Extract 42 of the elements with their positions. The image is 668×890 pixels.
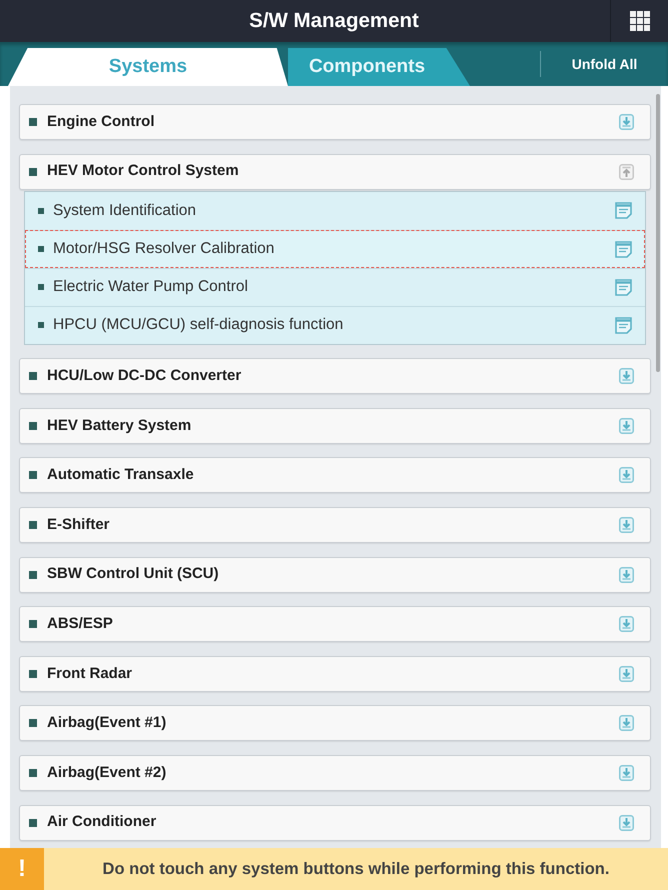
system-row[interactable]: SBW Control Unit (SCU) (19, 556, 651, 593)
function-row[interactable]: Electric Water Pump Control (25, 268, 645, 306)
system-row[interactable]: HCU/Low DC-DC Converter (19, 358, 651, 394)
square-bullet-icon (29, 620, 37, 628)
square-bullet-icon (38, 246, 44, 252)
document-icon (615, 316, 632, 334)
square-bullet-icon (38, 284, 44, 290)
system-row[interactable]: Front Radar (19, 656, 651, 692)
grid-icon (630, 11, 650, 31)
document-icon (615, 278, 632, 296)
system-row[interactable]: Automatic Transaxle (19, 457, 651, 494)
square-bullet-icon (29, 670, 37, 678)
scrollbar-thumb[interactable] (656, 94, 660, 372)
system-row[interactable]: Engine Control (19, 104, 651, 140)
function-row[interactable]: System Identification (25, 192, 645, 230)
system-row[interactable]: Air Conditioner (19, 804, 651, 841)
system-row[interactable]: Airbag(Event #1) (19, 705, 651, 742)
square-bullet-icon (38, 208, 44, 214)
unfold-all-button[interactable]: Unfold All (541, 49, 668, 79)
square-bullet-icon (29, 570, 37, 579)
warning-icon: ! (0, 848, 44, 890)
function-row[interactable]: HPCU (MCU/GCU) self-diagnosis function (25, 306, 645, 344)
window-title: S/W Management (249, 8, 419, 34)
square-bullet-icon (29, 422, 37, 430)
document-icon (615, 202, 632, 220)
system-row[interactable]: ABS/ESP (19, 606, 651, 642)
system-row[interactable]: HEV Battery System (19, 408, 651, 444)
square-bullet-icon (29, 168, 37, 176)
square-bullet-icon (38, 322, 44, 328)
square-bullet-icon (29, 818, 37, 827)
system-row[interactable]: E-Shifter (19, 506, 651, 543)
warning-message: Do not touch any system buttons while performing this function. (102, 858, 610, 880)
system-row[interactable]: HEV Motor Control System (19, 154, 651, 190)
square-bullet-icon (29, 471, 37, 480)
square-bullet-icon (29, 719, 37, 728)
document-icon (615, 240, 632, 258)
system-row[interactable]: Airbag(Event #2) (19, 754, 651, 791)
square-bullet-icon (29, 118, 37, 126)
square-bullet-icon (29, 372, 37, 380)
square-bullet-icon (29, 520, 37, 529)
function-row[interactable]: Motor/HSG Resolver Calibration (25, 230, 645, 268)
square-bullet-icon (29, 768, 37, 777)
